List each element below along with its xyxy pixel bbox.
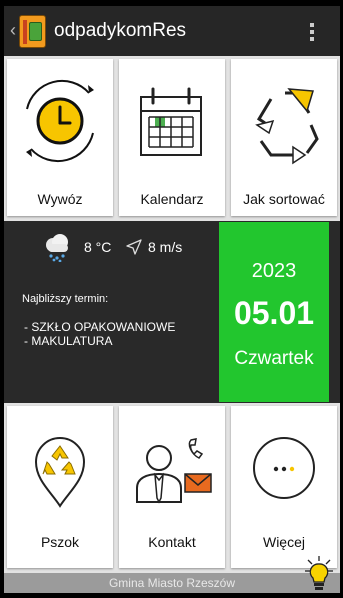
top-menu-grid: Wywóz Kalendarz Jak sortować <box>4 56 340 221</box>
more-dots-icon <box>253 437 315 499</box>
tile-pszok[interactable]: Pszok <box>7 406 113 568</box>
tile-wywoz[interactable]: Wywóz <box>7 59 113 216</box>
waste-type-list: - SZKŁO OPAKOWANIOWE - MAKULATURA <box>24 320 175 348</box>
collection-date-box[interactable]: 2023 05.01 Czwartek <box>219 222 329 402</box>
footer-municipality-text: Gmina Miasto Rzeszów <box>108 576 236 590</box>
tile-kontakt[interactable]: Kontakt <box>119 406 225 568</box>
calendar-icon <box>140 87 202 156</box>
app-title: odpadykomRes <box>54 20 187 41</box>
wind-direction-icon <box>126 239 142 255</box>
date-weekday: Czwartek <box>234 348 314 369</box>
tile-label: Więcej <box>262 534 305 550</box>
recycle-icon <box>255 88 319 165</box>
overflow-menu-icon[interactable] <box>310 23 314 41</box>
temperature-value: 8 °C <box>84 239 112 255</box>
app-logo-bins-icon[interactable] <box>19 15 46 48</box>
tile-jak-sortowac[interactable]: Jak sortować <box>231 59 337 216</box>
recycle-pin-icon <box>34 437 86 508</box>
tile-label: Wywóz <box>37 191 83 207</box>
footer-bar: Gmina Miasto Rzeszów <box>4 573 340 593</box>
clock-icon <box>26 79 94 163</box>
wind-speed-value: 8 m/s <box>148 239 183 255</box>
app-bar: ‹ odpadykomRes <box>4 6 340 56</box>
device-frame: ‹ odpadykomRes Wywóz Kalendarz Jak sorto… <box>0 0 343 598</box>
list-item: - SZKŁO OPAKOWANIOWE <box>24 320 176 334</box>
tile-label: Kontakt <box>148 534 196 550</box>
back-arrow-icon[interactable]: ‹ <box>10 19 16 41</box>
date-year: 2023 <box>251 260 297 282</box>
next-collection-label: Najbliższy termin: <box>22 293 109 305</box>
app-screen: ‹ odpadykomRes Wywóz Kalendarz Jak sorto… <box>4 6 340 593</box>
list-item: - MAKULATURA <box>24 334 113 348</box>
lightbulb-icon[interactable] <box>305 555 333 593</box>
bottom-menu-grid: Pszok Kontakt Więcej <box>4 403 340 573</box>
tile-label: Jak sortować <box>243 191 325 207</box>
tile-label: Kalendarz <box>140 191 204 207</box>
weather-cloud-rain-icon <box>46 234 68 262</box>
date-day-month: 05.01 <box>233 295 315 331</box>
tile-kalendarz[interactable]: Kalendarz <box>119 59 225 216</box>
tile-wiecej[interactable]: Więcej <box>231 406 337 568</box>
tile-label: Pszok <box>40 534 80 550</box>
info-panel: 8 °C 8 m/s Najbliższy termin: - SZKŁO OP… <box>4 221 340 403</box>
contact-person-icon <box>136 438 212 504</box>
